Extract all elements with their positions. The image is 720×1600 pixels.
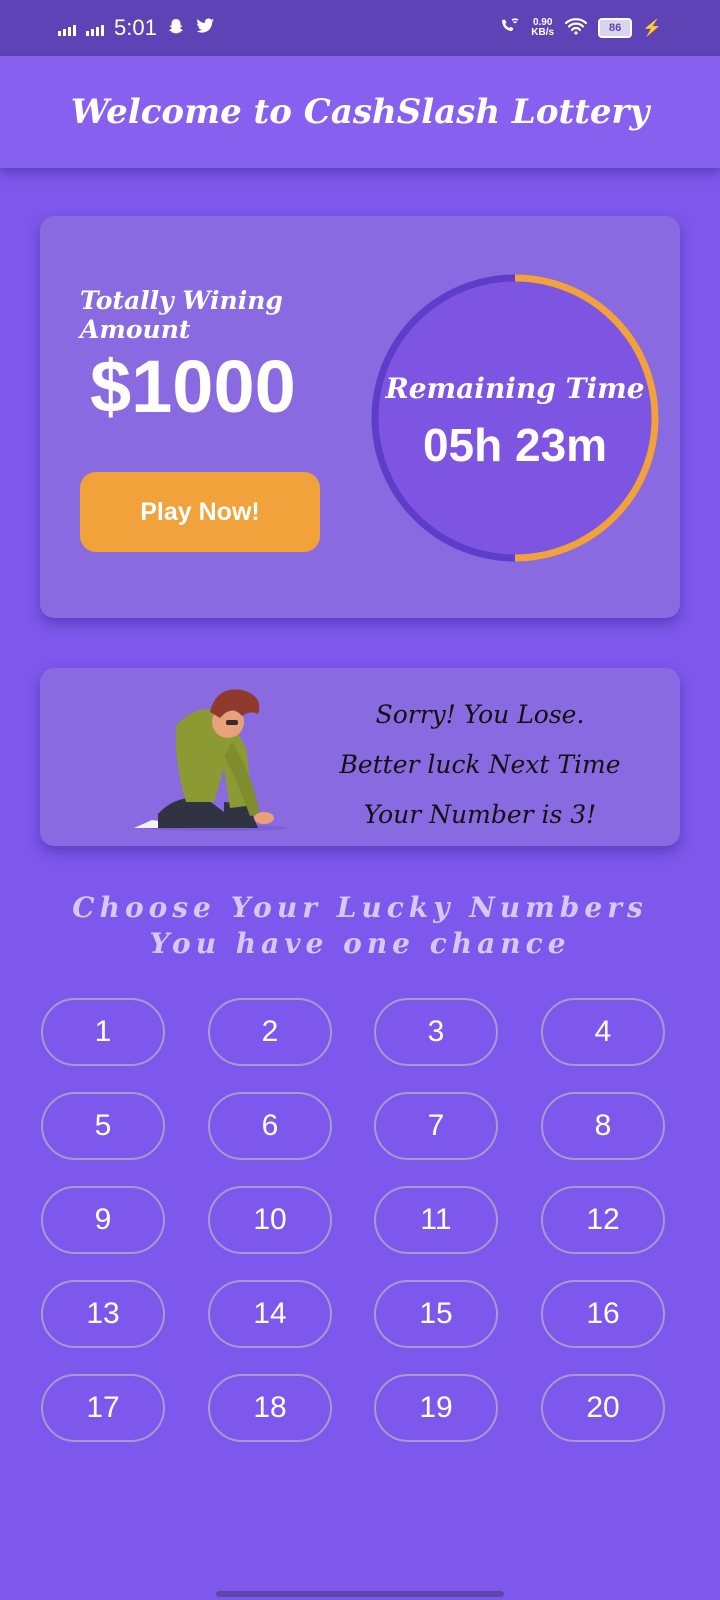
number-button-6[interactable]: 6 — [208, 1092, 332, 1160]
instructions-line-2: You have one chance — [149, 927, 571, 960]
number-button-11[interactable]: 11 — [374, 1186, 498, 1254]
status-right: 0.90 KB/s 86 ⚡ — [499, 17, 662, 40]
number-button-16[interactable]: 16 — [541, 1280, 665, 1348]
play-now-button[interactable]: Play Now! — [80, 472, 320, 552]
status-time: 5:01 — [114, 15, 157, 40]
number-button-3[interactable]: 3 — [374, 998, 498, 1066]
number-button-18[interactable]: 18 — [208, 1374, 332, 1442]
call-wifi-icon — [499, 17, 521, 40]
status-left: 5:01 — [58, 15, 215, 41]
result-line-3: Your Number is 3! — [363, 800, 597, 829]
prize-amount: $1000 — [90, 345, 296, 428]
number-button-15[interactable]: 15 — [374, 1280, 498, 1348]
wifi-icon — [564, 17, 588, 40]
signal-icon — [86, 20, 104, 36]
twitter-icon — [195, 17, 215, 40]
number-grid: 1 2 3 4 5 6 7 8 9 10 11 12 13 14 15 16 17 18 19 20 — [41, 998, 679, 1454]
prize-label: Totally Wining Amount — [80, 286, 283, 344]
number-button-20[interactable]: 20 — [541, 1374, 665, 1442]
prize-card: Totally Wining Amount $1000 Play Now! Re… — [40, 216, 680, 618]
number-button-5[interactable]: 5 — [41, 1092, 165, 1160]
number-button-7[interactable]: 7 — [374, 1092, 498, 1160]
result-line-1: Sorry! You Lose. — [375, 700, 585, 729]
number-button-19[interactable]: 19 — [374, 1374, 498, 1442]
instructions: Choose Your Lucky Numbers You have one c… — [0, 890, 720, 962]
home-indicator[interactable] — [216, 1591, 504, 1597]
number-button-8[interactable]: 8 — [541, 1092, 665, 1160]
status-bar: 5:01 0.90 KB/s 86 ⚡ — [0, 0, 720, 56]
number-button-12[interactable]: 12 — [541, 1186, 665, 1254]
number-button-2[interactable]: 2 — [208, 998, 332, 1066]
snapchat-icon — [167, 17, 185, 40]
number-button-4[interactable]: 4 — [541, 998, 665, 1066]
number-button-1[interactable]: 1 — [41, 998, 165, 1066]
network-speed-unit: KB/s — [531, 27, 555, 38]
app-bar: Welcome to CashSlash Lottery — [0, 56, 720, 168]
instructions-line-1: Choose Your Lucky Numbers — [72, 891, 648, 924]
number-button-14[interactable]: 14 — [208, 1280, 332, 1348]
result-message: Sorry! You Lose. Better luck Next Time Y… — [310, 690, 650, 840]
number-button-13[interactable]: 13 — [41, 1280, 165, 1348]
battery-icon: 86 — [598, 18, 633, 38]
number-button-9[interactable]: 9 — [41, 1186, 165, 1254]
charging-icon: ⚡ — [642, 20, 662, 37]
timer-value: 05h 23m — [422, 419, 608, 471]
signal-icon — [58, 20, 76, 36]
result-line-2: Better luck Next Time — [339, 750, 621, 779]
number-button-17[interactable]: 17 — [41, 1374, 165, 1442]
timer-label: Remaining Time — [385, 372, 645, 405]
result-card: Sorry! You Lose. Better luck Next Time Y… — [40, 668, 680, 846]
page-title: Welcome to CashSlash Lottery — [70, 92, 650, 132]
number-button-10[interactable]: 10 — [208, 1186, 332, 1254]
network-speed: 0.90 KB/s — [531, 18, 554, 38]
sad-man-illustration — [134, 689, 288, 831]
